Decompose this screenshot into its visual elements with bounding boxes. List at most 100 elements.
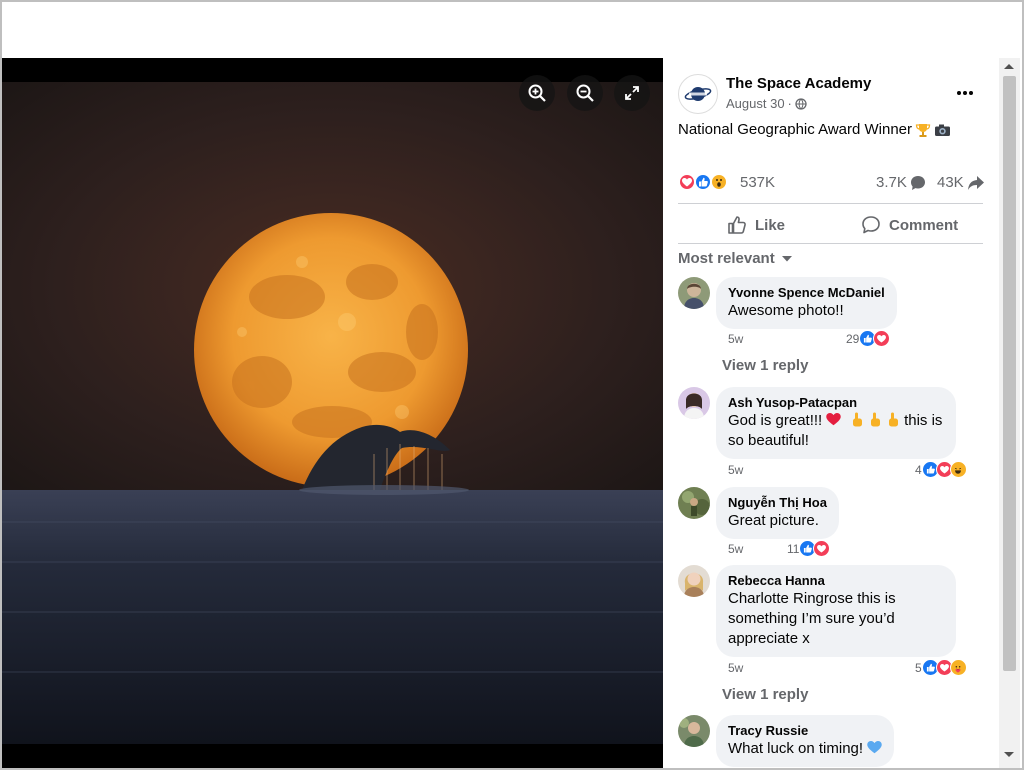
scrollbar[interactable] — [999, 58, 1020, 768]
share-arrow-icon — [967, 175, 984, 190]
fullscreen-button[interactable] — [614, 75, 650, 111]
comment-text-line: What luck on timing! — [728, 739, 882, 759]
avatar[interactable] — [678, 487, 710, 519]
caption-text: National Geographic Award Winner — [678, 121, 913, 138]
commenter-name[interactable]: Tracy Russie — [728, 723, 882, 739]
comment-count[interactable]: 3.7K — [876, 174, 926, 191]
comment-text-part: God is great!!! — [728, 412, 827, 429]
post-timestamp[interactable]: August 30 · — [726, 96, 807, 111]
care-reaction-icon — [949, 659, 967, 676]
camera-emoji-icon — [935, 124, 951, 136]
comment-text-part: What luck on timing! — [728, 740, 868, 757]
avatar[interactable] — [678, 387, 710, 419]
photo-viewer[interactable] — [2, 58, 663, 768]
comment-bubble: Rebecca Hanna Charlotte Ringrose this is… — [716, 565, 956, 657]
love-reaction-icon — [873, 330, 891, 347]
divider — [678, 203, 983, 204]
comment-item: Rebecca Hanna Charlotte Ringrose this is… — [678, 565, 983, 705]
wow-reaction-icon — [710, 173, 728, 191]
commenter-name[interactable]: Nguyễn Thị Hoa — [728, 495, 827, 511]
pointing-up-emoji-icon — [870, 412, 880, 427]
comment-react-count: 5 — [915, 660, 922, 675]
blue-heart-emoji-icon — [867, 741, 882, 754]
post-caption: National Geographic Award Winner — [678, 121, 951, 138]
comment-item: Yvonne Spence McDaniel Awesome photo!! 5… — [678, 277, 983, 377]
like-reaction-icon — [694, 173, 712, 191]
globe-icon — [795, 97, 807, 110]
comment-text-line: Charlotte Ringrose this is — [728, 590, 896, 607]
post-panel: The Space Academy August 30 · National G… — [663, 58, 999, 768]
love-reaction-icon — [813, 540, 831, 557]
commenter-name[interactable]: Yvonne Spence McDaniel — [728, 285, 885, 301]
comment-react-count: 4 — [915, 462, 922, 477]
share-count[interactable]: 43K — [937, 174, 985, 191]
zoom-in-button[interactable] — [519, 75, 555, 111]
avatar[interactable] — [678, 565, 710, 597]
scrollbar-thumb[interactable] — [1003, 76, 1016, 671]
comment-time[interactable]: 5w — [728, 332, 743, 346]
page-avatar[interactable] — [678, 74, 718, 114]
top-bar — [2, 2, 1020, 58]
avatar[interactable] — [678, 715, 710, 747]
like-button[interactable]: Like — [727, 210, 785, 240]
divider — [678, 243, 983, 244]
expand-icon — [625, 86, 639, 100]
comment-time[interactable]: 5w — [728, 542, 743, 556]
comment-reactions[interactable]: 29 — [846, 330, 891, 347]
caret-down-icon — [781, 255, 792, 261]
comment-react-count: 11 — [787, 541, 800, 556]
comment-text-line: so beautiful! — [728, 432, 809, 449]
comment-icon — [862, 216, 880, 234]
comment-bubble: Nguyễn Thị Hoa Great picture. — [716, 487, 839, 539]
comment-bubble: Ash Yusop-Patacpan God is great!!! this … — [716, 387, 956, 459]
comment-bubble: Yvonne Spence McDaniel Awesome photo!! — [716, 277, 897, 329]
scroll-up-arrow-icon[interactable] — [1004, 64, 1014, 69]
comment-count-value: 3.7K — [876, 174, 907, 191]
commenter-name[interactable]: Rebecca Hanna — [728, 573, 944, 589]
love-reaction-icon — [678, 173, 696, 191]
scroll-down-arrow-icon[interactable] — [1004, 752, 1014, 757]
comment-item: Tracy Russie What luck on timing! — [678, 715, 983, 768]
comment-reactions[interactable]: 5 — [915, 659, 967, 676]
view-replies-link[interactable]: View 1 reply — [722, 686, 808, 703]
comment-text-line: appreciate x — [728, 630, 810, 647]
commenter-name[interactable]: Ash Yusop-Patacpan — [728, 395, 944, 411]
more-dots-icon — [957, 91, 973, 95]
comment-label: Comment — [889, 216, 959, 234]
comment-item: Nguyễn Thị Hoa Great picture. 5w 11 — [678, 487, 983, 557]
reactions-summary[interactable]: 537K 3.7K 43K — [678, 171, 985, 193]
trophy-emoji-icon — [915, 123, 931, 137]
more-options-button[interactable] — [950, 78, 980, 108]
haha-reaction-icon — [949, 461, 967, 478]
page-name[interactable]: The Space Academy — [726, 75, 871, 92]
red-heart-emoji-icon — [826, 413, 842, 426]
comment-bubble: Tracy Russie What luck on timing! — [716, 715, 895, 767]
filter-label: Most relevant — [678, 250, 775, 267]
post-date[interactable]: August 30 — [726, 96, 785, 111]
comment-text-line: something I’m sure you’d — [728, 610, 895, 627]
comment-text-line: God is great!!! this is — [728, 411, 944, 431]
comment-time[interactable]: 5w — [728, 661, 743, 675]
comment-bubble-icon — [910, 175, 925, 190]
view-replies-link[interactable]: View 1 reply — [722, 357, 808, 374]
like-label: Like — [755, 216, 786, 234]
zoom-out-button[interactable] — [567, 75, 603, 111]
pointing-up-emoji-icon — [852, 412, 862, 427]
comment-time[interactable]: 5w — [728, 463, 743, 477]
comment-item: Ash Yusop-Patacpan God is great!!! this … — [678, 387, 983, 482]
comment-react-count: 29 — [846, 331, 860, 346]
comment-text: Great picture. — [728, 512, 819, 529]
comment-button[interactable]: Comment — [861, 210, 958, 240]
comment-text: Awesome photo!! — [728, 302, 844, 319]
comment-reactions[interactable]: 11 — [787, 540, 831, 557]
reaction-count[interactable]: 537K — [740, 174, 775, 191]
comment-text-part: this is — [904, 412, 943, 429]
comment-filter-dropdown[interactable]: Most relevant — [678, 250, 793, 267]
comment-reactions[interactable]: 4 — [915, 461, 967, 478]
date-separator: · — [787, 96, 792, 111]
thumbs-up-icon — [728, 216, 746, 234]
avatar[interactable] — [678, 277, 710, 309]
pointing-up-emoji-icon — [888, 412, 898, 427]
zoom-out-icon — [576, 84, 594, 102]
zoom-in-icon — [528, 84, 546, 102]
